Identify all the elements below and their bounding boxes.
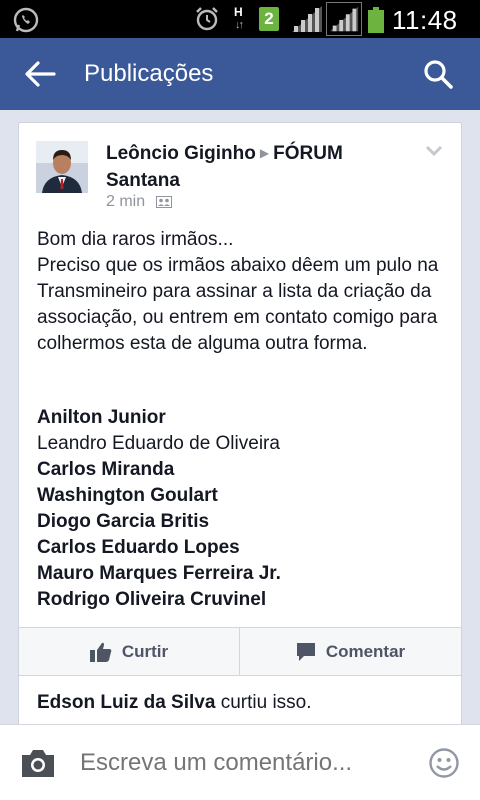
name-list-item: Carlos Eduardo Lopes [37, 537, 240, 558]
status-bar: H ↓↑ 2 11:48 [0, 0, 480, 38]
whatsapp-icon [13, 7, 39, 33]
post-author[interactable]: Leôncio Giginho ▶ FÓRUM Santana [106, 141, 406, 194]
name-list: Anilton Junior Leandro Eduardo de Olivei… [37, 405, 449, 613]
avatar-photo [36, 141, 88, 193]
post-text-line: Preciso que os irmãos abaixo dêem um pul… [37, 255, 439, 354]
post-time[interactable]: 2 min [106, 193, 145, 210]
author-name[interactable]: Leôncio Giginho [106, 143, 256, 164]
liker-name[interactable]: Edson Luiz da Silva [37, 692, 215, 713]
battery-icon [368, 7, 384, 33]
signal-icon-2 [326, 2, 362, 36]
name-list-item: Leandro Eduardo de Oliveira [37, 433, 280, 454]
post-meta: 2 min [106, 193, 172, 211]
page-title: Publicações [84, 60, 214, 87]
arrow-right-icon: ▶ [259, 146, 270, 160]
like-button[interactable]: Curtir [19, 628, 240, 676]
name-list-item: Carlos Miranda [37, 459, 175, 480]
post-card: Leôncio Giginho ▶ FÓRUM Santana 2 min Bom … [18, 122, 462, 762]
network-h-icon: H ↓↑ [234, 5, 244, 31]
app-bar: Publicações [0, 38, 480, 110]
name-list-item: Washington Goulart [37, 485, 218, 506]
name-list-item: Anilton Junior [37, 407, 166, 428]
thumbs-up-icon [89, 642, 112, 662]
sim-2-icon: 2 [259, 7, 279, 31]
name-list-item: Mauro Marques Ferreira Jr. [37, 563, 281, 584]
avatar[interactable] [36, 141, 88, 193]
emoji-icon[interactable] [428, 747, 460, 779]
comment-label: Comentar [325, 642, 406, 661]
post-actions: Curtir Comentar [19, 627, 461, 676]
comment-button[interactable]: Comentar [240, 628, 461, 676]
comment-icon [296, 643, 315, 661]
comment-input[interactable] [80, 745, 410, 781]
clock: 11:48 [392, 5, 458, 35]
likes-summary[interactable]: Edson Luiz da Silva curtiu isso. [19, 675, 461, 731]
like-label: Curtir [121, 642, 169, 661]
post-text-line: Bom dia raros irmãos... [37, 229, 234, 250]
name-list-item: Rodrigo Oliveira Cruvinel [37, 589, 267, 610]
search-icon[interactable] [422, 58, 454, 90]
back-arrow-icon[interactable] [24, 60, 56, 88]
name-list-item: Diogo Garcia Britis [37, 511, 210, 532]
likes-text: curtiu isso. [220, 692, 312, 713]
camera-icon[interactable] [20, 747, 56, 779]
post-text: Bom dia raros irmãos... Preciso que os i… [37, 227, 449, 357]
signal-icon [292, 6, 322, 32]
comment-bar [0, 724, 480, 800]
alarm-icon [196, 7, 218, 31]
audience-group-icon [155, 195, 172, 208]
chevron-down-icon[interactable] [425, 145, 443, 157]
